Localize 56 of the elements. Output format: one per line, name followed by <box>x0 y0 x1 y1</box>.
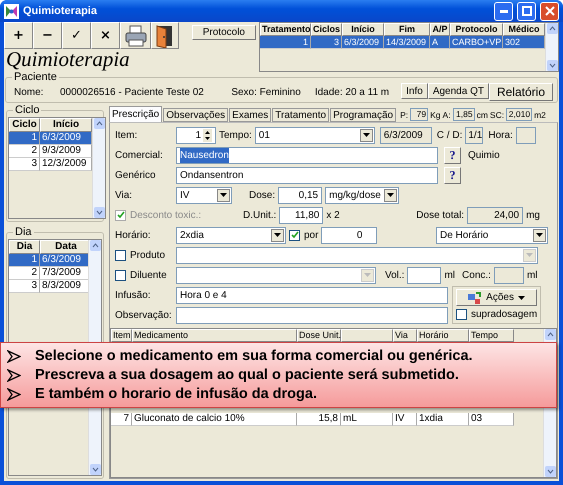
field-label: Genérico <box>115 170 157 180</box>
unit-label: mg <box>526 210 540 220</box>
table-cell: 7 <box>111 413 132 426</box>
date-field: 6/3/2009 <box>380 126 432 144</box>
cd-field: 1/1 <box>465 126 484 144</box>
checkbox-label: por <box>304 230 318 240</box>
callout-text: Selecione o medicamento em sua forma comercial ou genérica. <box>35 348 473 365</box>
measure-field: 1,85 <box>452 108 475 121</box>
table-cell: 1xdia <box>417 413 469 426</box>
field-label: Observação: <box>115 310 173 320</box>
patient-age: Idade: 20 a 11 m <box>314 86 390 98</box>
type-label: Quimio <box>468 150 500 160</box>
group-label: Dia <box>13 226 34 238</box>
measure-field: 79 <box>410 108 428 121</box>
table-cell: mL <box>341 413 393 426</box>
unit-label: cm <box>476 110 488 120</box>
group-label: Ciclo <box>13 104 42 116</box>
field-label: A: <box>442 110 451 120</box>
field-label: Via: <box>115 190 134 200</box>
callout-text: Prescreva a sua dosagem ao qual o paciente será submetido. <box>35 367 459 384</box>
multiplier-label: x 2 <box>326 210 340 220</box>
field-label: Comercial: <box>115 150 164 160</box>
measure-field: 2,010 <box>506 108 532 121</box>
form-heading: Quimioterapia <box>5 49 131 70</box>
unit-label: Kg <box>430 110 441 120</box>
field-label: Hora: <box>488 130 513 140</box>
unit-label: ml <box>444 270 456 280</box>
window-title: Quimioterapia <box>23 5 98 17</box>
field-label: Tempo: <box>219 130 252 140</box>
unit-label: m2 <box>534 110 546 120</box>
field-label: Item: <box>115 130 138 140</box>
field-label: P: <box>400 110 408 120</box>
field-label: SC: <box>490 110 504 120</box>
table-cell: Gluconato de calcio 10% <box>132 413 297 426</box>
field-label: C / D: <box>436 130 462 140</box>
field-label: Vol.: <box>385 270 404 280</box>
table-cell: IV <box>393 413 417 426</box>
checkbox-label: Desconto toxic.: <box>130 210 202 220</box>
total-dose-field: 24,00 <box>467 206 524 224</box>
checkbox-label: supradosagem <box>471 309 538 320</box>
field-label: Dose total: <box>416 210 464 220</box>
group-label: Paciente <box>12 71 59 83</box>
field-label: D.Unit.: <box>243 210 276 220</box>
patient-sex: Sexo: Feminino <box>231 86 301 98</box>
checkbox-label: Produto <box>130 250 166 260</box>
field-label: Dose: <box>249 190 276 200</box>
checkbox-label: Diluente <box>130 270 167 280</box>
patient-name: 0000026516 - Paciente Teste 02 <box>60 86 204 98</box>
unit-label: ml <box>526 270 538 280</box>
field-label: Nome: <box>14 86 44 98</box>
field-label: Infusão: <box>115 290 152 300</box>
callout-text: E também o horario de infusão da droga. <box>35 386 317 403</box>
table-cell: 03 <box>469 413 514 426</box>
field-label: Horário: <box>115 230 152 240</box>
field-label: Conc.: <box>462 270 491 280</box>
table-cell: 15,8 <box>297 413 341 426</box>
